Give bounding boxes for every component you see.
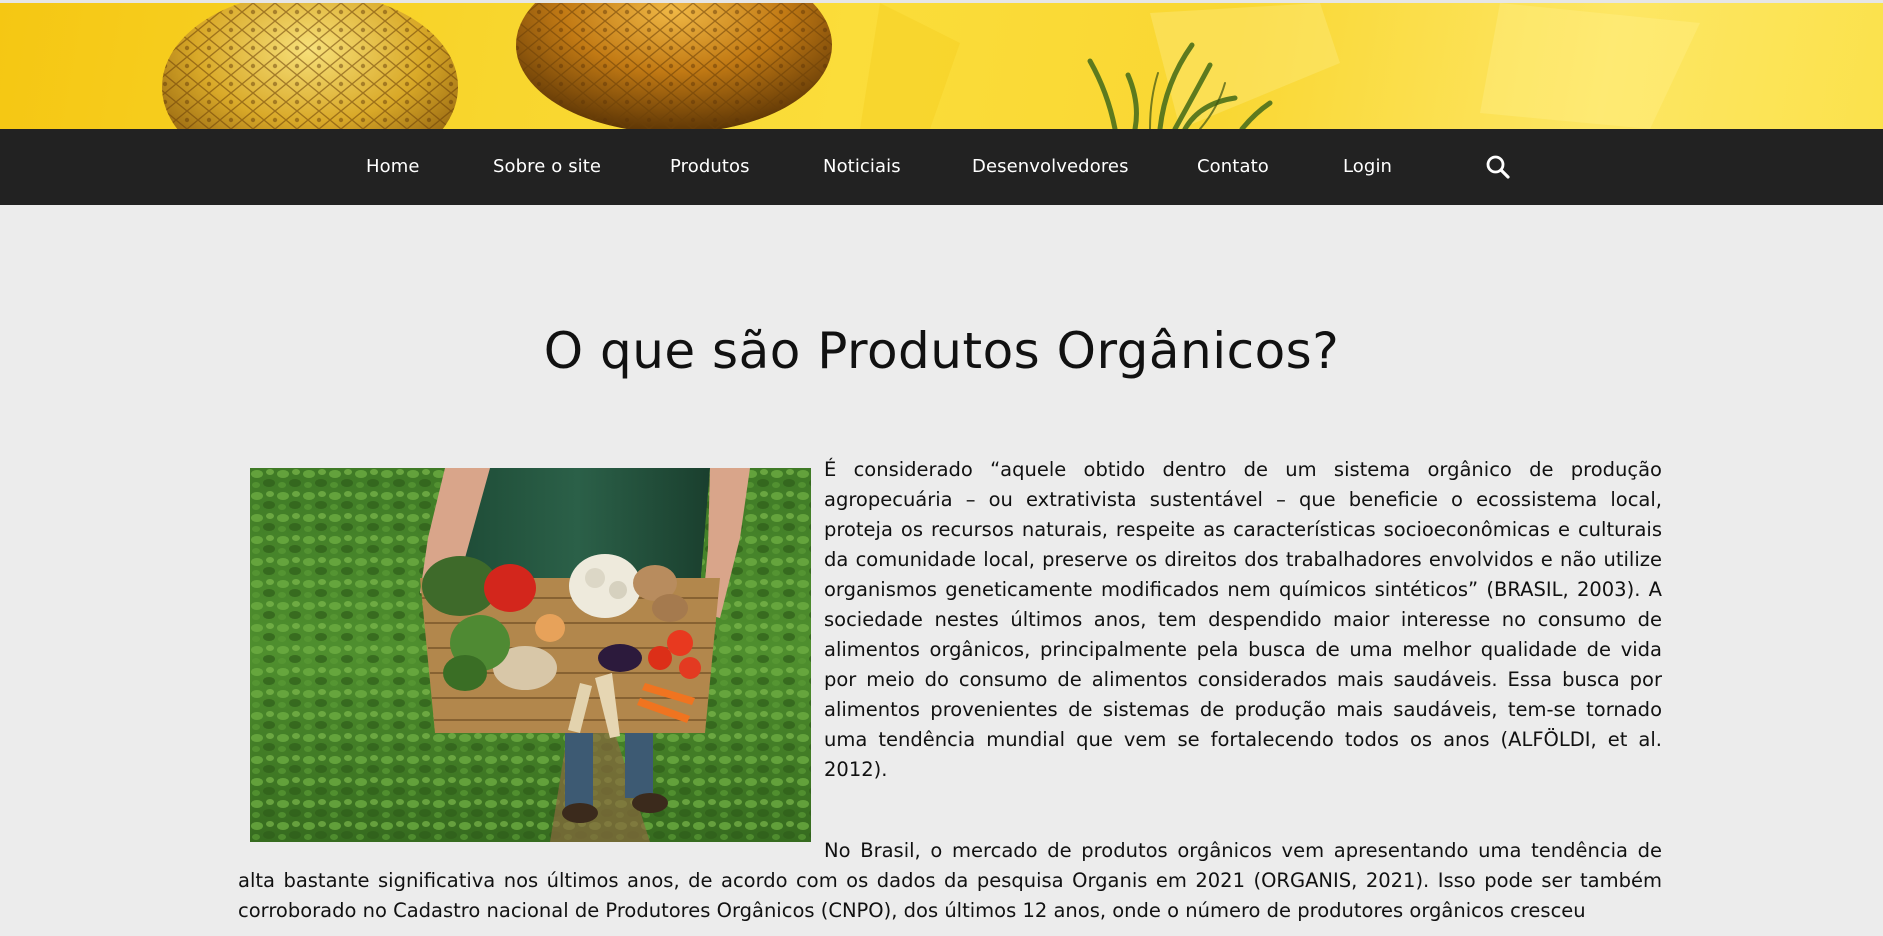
nav-item-desenvolvedores[interactable]: Desenvolvedores (972, 129, 1129, 205)
search-icon[interactable] (1485, 154, 1511, 180)
nav-item-sobre-o-site[interactable]: Sobre o site (493, 129, 601, 205)
pineapples-banner-image (162, 3, 1700, 129)
intro-paragraph: É considerado “aquele obtido dentro de u… (824, 458, 1662, 781)
market-paragraph: No Brasil, o mercado de produtos orgânic… (238, 839, 1662, 922)
nav-item-home[interactable]: Home (366, 129, 420, 205)
organic-vegetables-basket-image (250, 468, 811, 842)
page-title: O que são Produtos Orgânicos? (543, 322, 1340, 380)
hero-banner (0, 0, 1883, 129)
nav-item-noticias[interactable]: Noticiais (823, 129, 901, 205)
nav-item-login[interactable]: Login (1343, 129, 1392, 205)
nav-item-contato[interactable]: Contato (1197, 129, 1269, 205)
main-navbar: Home Sobre o site Produtos Noticiais Des… (0, 129, 1883, 205)
page: Home Sobre o site Produtos Noticiais Des… (0, 0, 1883, 936)
nav-item-produtos[interactable]: Produtos (670, 129, 750, 205)
